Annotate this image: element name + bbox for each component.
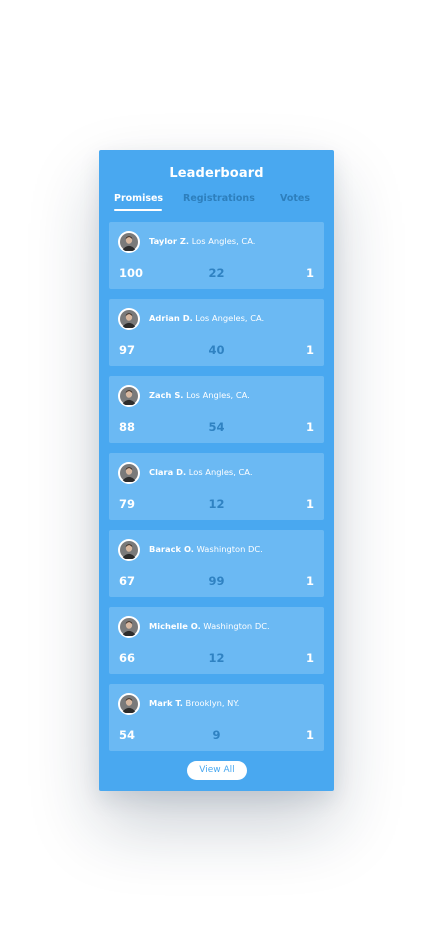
list-item[interactable]: Mark T. Brooklyn, NY. 54 9 1: [109, 684, 324, 751]
tab-votes[interactable]: Votes: [280, 193, 310, 204]
stat-votes: 1: [305, 497, 314, 511]
entry-name: Adrian D.: [149, 313, 193, 323]
avatar: [118, 615, 140, 638]
list-item[interactable]: Taylor Z. Los Angles, CA. 100 22 1: [109, 222, 324, 289]
list-item[interactable]: Zach S. Los Angles, CA. 88 54 1: [109, 376, 324, 443]
entry-location: Los Angeles, CA.: [195, 313, 265, 323]
active-tab-indicator: [114, 209, 162, 211]
entry-location: Los Angles, CA.: [191, 236, 256, 246]
stat-registrations: 54: [208, 420, 225, 434]
entry-location: Washington DC.: [203, 621, 270, 631]
tab-registrations[interactable]: Registrations: [183, 193, 255, 204]
leaderboard-title: Leaderboard: [169, 166, 264, 181]
entry-name-line: Adrian D. Los Angeles, CA.: [149, 313, 264, 323]
stat-registrations: 12: [208, 497, 225, 511]
avatar: [118, 538, 140, 561]
stat-registrations: 9: [212, 728, 221, 742]
stat-votes: 1: [305, 651, 314, 665]
avatar: [118, 230, 140, 253]
entry-location: Washington DC.: [196, 544, 263, 554]
user-avatar-icon: [120, 386, 138, 405]
list-item[interactable]: Barack O. Washington DC. 67 99 1: [109, 530, 324, 597]
avatar: [118, 692, 140, 715]
list-item[interactable]: Clara D. Los Angles, CA. 79 12 1: [109, 453, 324, 520]
stat-votes: 1: [305, 728, 314, 742]
entry-name-line: Clara D. Los Angles, CA.: [149, 467, 252, 477]
avatar: [118, 384, 140, 407]
leaderboard-card: Leaderboard Promises Registrations Votes…: [99, 150, 334, 791]
entry-name-line: Barack O. Washington DC.: [149, 544, 263, 554]
stat-registrations: 12: [208, 651, 225, 665]
entry-name-line: Michelle O. Washington DC.: [149, 621, 270, 631]
entry-name: Michelle O.: [149, 621, 201, 631]
stat-votes: 1: [305, 343, 314, 357]
stat-registrations: 22: [208, 266, 225, 280]
tab-promises[interactable]: Promises: [114, 193, 163, 204]
entry-name: Clara D.: [149, 467, 187, 477]
list-item[interactable]: Michelle O. Washington DC. 66 12 1: [109, 607, 324, 674]
entry-location: Los Angles, CA.: [186, 390, 250, 400]
user-avatar-icon: [120, 694, 138, 713]
stat-votes: 1: [305, 266, 314, 280]
stat-votes: 1: [305, 574, 314, 588]
entry-location: Los Angles, CA.: [188, 467, 253, 477]
entry-name: Zach S.: [149, 390, 184, 400]
entry-location: Brooklyn, NY.: [185, 698, 240, 708]
user-avatar-icon: [120, 309, 138, 328]
entry-name-line: Taylor Z. Los Angles, CA.: [149, 236, 255, 246]
entry-name: Taylor Z.: [149, 236, 190, 246]
avatar: [118, 307, 140, 330]
view-all-button[interactable]: View All: [187, 761, 247, 780]
entry-name-line: Mark T. Brooklyn, NY.: [149, 698, 239, 708]
entry-name: Mark T.: [149, 698, 183, 708]
user-avatar-icon: [120, 540, 138, 559]
stat-votes: 1: [305, 420, 314, 434]
stat-registrations: 99: [208, 574, 225, 588]
stat-registrations: 40: [208, 343, 225, 357]
leaderboard-list: Taylor Z. Los Angles, CA. 100 22 1 Adria…: [109, 222, 324, 761]
user-avatar-icon: [120, 617, 138, 636]
user-avatar-icon: [120, 463, 138, 482]
list-item[interactable]: Adrian D. Los Angeles, CA. 97 40 1: [109, 299, 324, 366]
entry-name: Barack O.: [149, 544, 194, 554]
user-avatar-icon: [120, 232, 138, 251]
avatar: [118, 461, 140, 484]
entry-name-line: Zach S. Los Angles, CA.: [149, 390, 250, 400]
